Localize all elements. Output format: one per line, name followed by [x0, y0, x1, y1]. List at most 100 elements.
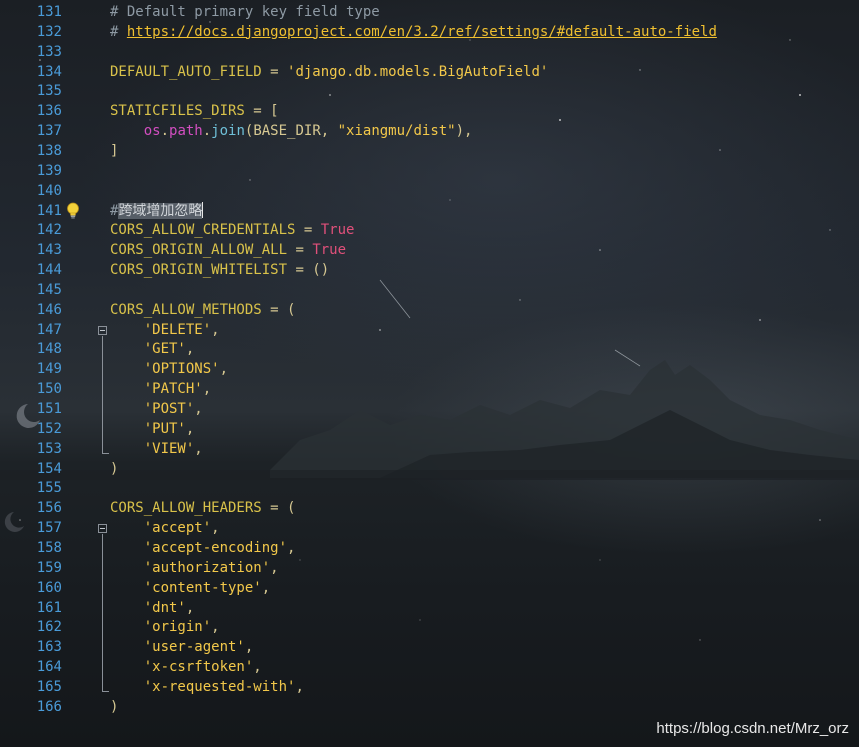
- code-token: DEFAULT_AUTO_FIELD: [110, 63, 262, 80]
- code-line[interactable]: 154): [0, 459, 859, 479]
- code-token: True: [312, 242, 347, 259]
- code-line[interactable]: 143 CORS_ORIGIN_ALLOW_ALL = True: [0, 240, 859, 260]
- code-token: 'PUT': [143, 420, 186, 437]
- code-text: CORS_ALLOW_CREDENTIALS = True: [110, 220, 354, 240]
- code-line[interactable]: 140: [0, 181, 859, 201]
- code-line[interactable]: 133: [0, 42, 859, 62]
- code-text: ): [110, 697, 118, 717]
- code-line[interactable]: 161 'dnt',: [0, 598, 859, 618]
- code-line[interactable]: 138]: [0, 141, 859, 161]
- code-line[interactable]: 147 'DELETE',: [0, 320, 859, 340]
- line-number: 164: [36, 659, 62, 676]
- code-token: ,: [253, 659, 262, 676]
- code-line[interactable]: 165 'x-requested-with',: [0, 677, 859, 697]
- code-text: 'GET',: [110, 339, 195, 359]
- code-token: ,: [211, 619, 220, 636]
- code-token: 'OPTIONS': [143, 361, 220, 378]
- code-line[interactable]: 155: [0, 478, 859, 498]
- line-number: 166: [36, 698, 62, 715]
- code-line[interactable]: 157 'accept',: [0, 518, 859, 538]
- line-number: 149: [36, 361, 62, 378]
- code-token: ,: [194, 401, 203, 417]
- code-line[interactable]: 149 'OPTIONS',: [0, 359, 859, 379]
- code-line[interactable]: 159 'authorization',: [0, 558, 859, 578]
- line-number: 150: [36, 381, 62, 398]
- code-token: # Default primary key field type: [110, 4, 380, 20]
- code-text: 'authorization',: [110, 558, 279, 578]
- code-line[interactable]: 166): [0, 697, 859, 717]
- code-line[interactable]: 144 CORS_ORIGIN_WHITELIST = (): [0, 260, 859, 280]
- code-text: 'x-requested-with',: [110, 677, 304, 697]
- code-token: 'x-requested-with': [143, 678, 296, 695]
- fold-toggle-icon[interactable]: [98, 325, 107, 335]
- code-line[interactable]: 164 'x-csrftoken',: [0, 657, 859, 677]
- code-token: ,: [270, 559, 279, 576]
- code-text: 'VIEW',: [110, 439, 203, 459]
- code-text: ]: [110, 141, 118, 161]
- code-token: =: [261, 63, 288, 80]
- code-line[interactable]: 151 'POST',: [0, 399, 859, 419]
- code-line[interactable]: 163 'user-agent',: [0, 637, 859, 657]
- code-token: True: [320, 222, 355, 239]
- code-token: ,: [185, 420, 195, 437]
- code-line[interactable]: 137 os.path.join(BASE_DIR, "xiangmu/dist…: [0, 121, 859, 141]
- line-number: 142: [36, 222, 62, 239]
- code-token: ,: [261, 579, 271, 596]
- code-line[interactable]: 131 # Default primary key field type: [0, 2, 859, 22]
- line-number: 162: [36, 619, 62, 636]
- code-token: 'content-type': [143, 579, 262, 596]
- code-line[interactable]: 135: [0, 81, 859, 101]
- code-token: ,: [194, 440, 203, 457]
- code-line[interactable]: 160 'content-type',: [0, 578, 859, 598]
- code-token: 'accept': [143, 520, 212, 537]
- code-token: ]: [110, 142, 119, 159]
- code-token: CORS_ALLOW_CREDENTIALS: [110, 222, 296, 239]
- line-number: 158: [36, 539, 62, 556]
- code-line[interactable]: 136 STATICFILES_DIRS = [: [0, 101, 859, 121]
- line-number: 140: [36, 182, 62, 199]
- code-line[interactable]: 162 'origin',: [0, 617, 859, 637]
- code-token: = (: [261, 301, 296, 318]
- code-token: 'POST': [143, 401, 195, 417]
- code-line[interactable]: 156 CORS_ALLOW_HEADERS = (: [0, 498, 859, 518]
- code-line[interactable]: 142 CORS_ALLOW_CREDENTIALS = True: [0, 220, 859, 240]
- code-line[interactable]: 148 'GET',: [0, 339, 859, 359]
- code-token: path: [169, 123, 203, 140]
- code-token: CORS_ALLOW_METHODS: [110, 301, 262, 318]
- code-text: CORS_ALLOW_METHODS = (: [110, 300, 295, 320]
- code-line[interactable]: 158 'accept-encoding',: [0, 538, 859, 558]
- code-line[interactable]: 141 #跨域增加忽略: [0, 201, 859, 221]
- fold-guide-line: [102, 534, 103, 691]
- code-line[interactable]: 152 'PUT',: [0, 419, 859, 439]
- code-text: CORS_ORIGIN_ALLOW_ALL = True: [110, 240, 346, 260]
- line-number: 151: [36, 401, 62, 417]
- line-number: 134: [36, 63, 62, 80]
- code-token: CORS_ALLOW_HEADERS: [110, 500, 262, 517]
- code-token: 'DELETE': [143, 321, 212, 338]
- code-text: # Default primary key field type: [110, 2, 380, 22]
- code-token: = (): [287, 262, 330, 279]
- code-token: .: [160, 123, 170, 140]
- code-token: =: [287, 242, 313, 259]
- code-line[interactable]: 150 'PATCH',: [0, 379, 859, 399]
- code-token: join: [211, 123, 245, 140]
- code-line[interactable]: 134 DEFAULT_AUTO_FIELD = 'django.db.model…: [0, 62, 859, 82]
- line-number: 145: [36, 281, 62, 298]
- code-line[interactable]: 139: [0, 161, 859, 181]
- code-editor[interactable]: 131 # Default primary key field type 132 # …: [0, 0, 859, 747]
- lightbulb-icon[interactable]: [66, 202, 80, 220]
- code-token: 'authorization': [143, 559, 271, 576]
- code-line[interactable]: 145: [0, 280, 859, 300]
- code-line[interactable]: 153 'VIEW',: [0, 439, 859, 459]
- code-token: .: [202, 123, 212, 140]
- code-token: ,: [219, 361, 229, 378]
- code-line[interactable]: 132 # https://docs.djangoproject.com/en/3…: [0, 22, 859, 42]
- fold-toggle-icon[interactable]: [98, 524, 107, 534]
- code-token: ),: [455, 123, 473, 140]
- code-line[interactable]: 146 CORS_ALLOW_METHODS = (: [0, 300, 859, 320]
- fold-guide-end: [102, 690, 109, 692]
